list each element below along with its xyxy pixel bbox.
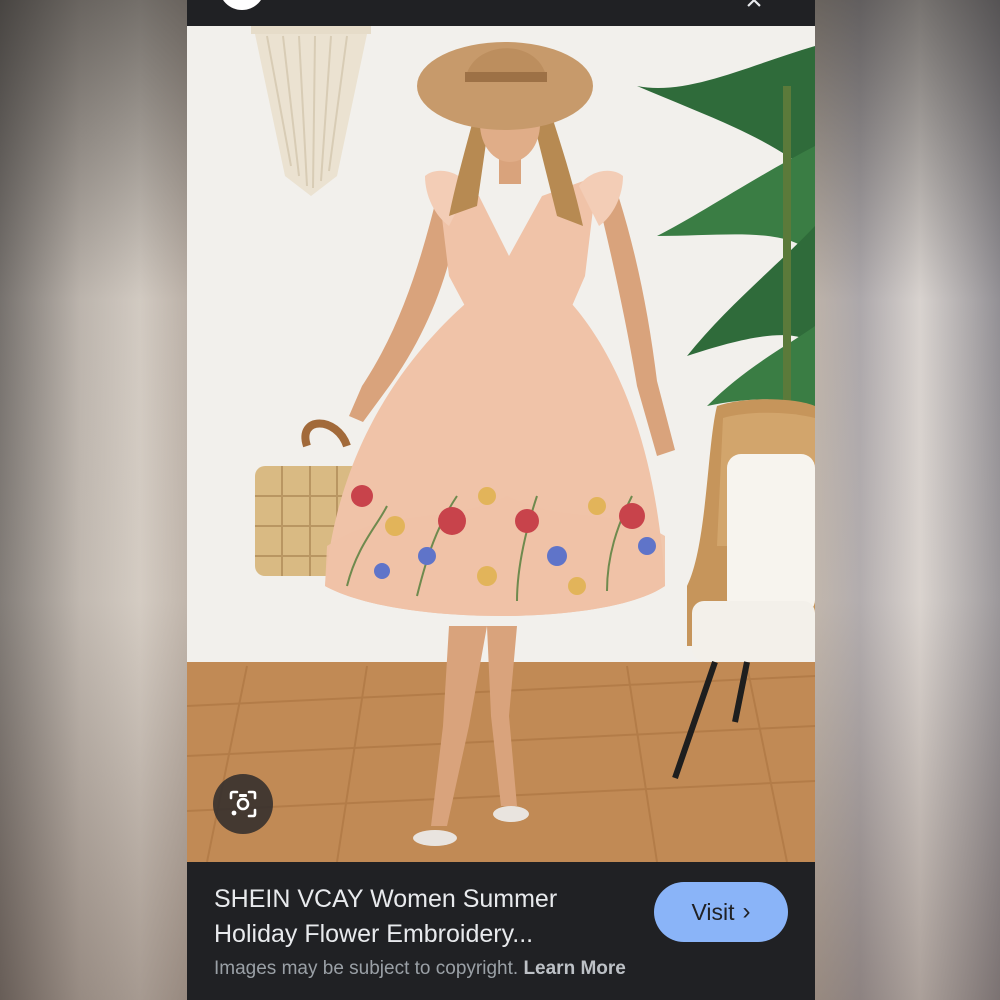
result-title-line-2: Holiday Flower Embroidery... <box>214 920 534 948</box>
copyright-text: Images may be subject to copyright. <box>214 958 519 979</box>
visit-button-label: Visit <box>691 898 735 925</box>
top-bar: × <box>187 0 815 26</box>
close-icon[interactable]: × <box>739 0 769 16</box>
copyright-notice: Images may be subject to copyright. Lear… <box>214 958 626 980</box>
visit-button[interactable]: Visit › <box>654 882 788 942</box>
chevron-right-icon: › <box>742 898 751 925</box>
result-title-line-1: SHEIN VCAY Women Summer <box>214 885 558 913</box>
result-caption: SHEIN VCAY Women Summer Holiday Flower E… <box>187 862 815 1000</box>
result-title[interactable]: SHEIN VCAY Women Summer Holiday Flower E… <box>214 882 614 952</box>
product-photo-illustration <box>187 26 815 862</box>
google-lens-icon[interactable] <box>213 774 273 834</box>
learn-more-link[interactable]: Learn More <box>523 958 625 979</box>
image-viewer-panel: × SHEIN VCAY Women Summer Holiday Flower… <box>187 0 815 1000</box>
product-image[interactable] <box>187 26 815 862</box>
source-avatar[interactable] <box>219 0 265 10</box>
